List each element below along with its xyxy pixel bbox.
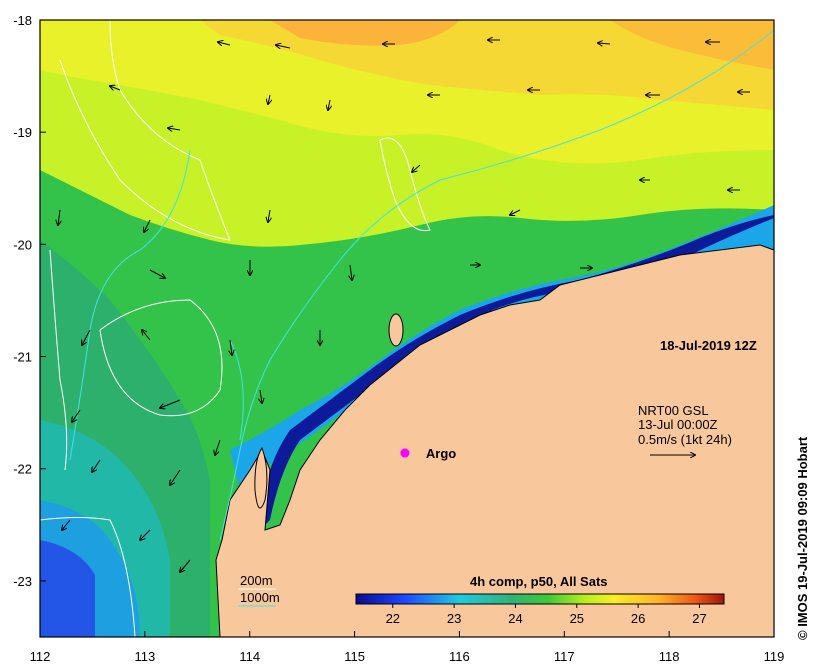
latitude-tick-label: -20 bbox=[13, 237, 32, 252]
current-date-label: 13-Jul 00:00Z bbox=[638, 417, 718, 432]
longitude-tick-label: 114 bbox=[239, 649, 260, 664]
longitude-tick-label: 117 bbox=[554, 649, 575, 664]
longitude-tick-label: 118 bbox=[659, 649, 680, 664]
longitude-tick-label: 113 bbox=[134, 649, 155, 664]
latitude-tick-label: -19 bbox=[13, 125, 32, 140]
colorbar-tick-label: 27 bbox=[692, 611, 706, 626]
argo-label: Argo bbox=[426, 446, 456, 461]
colorbar-tick-label: 22 bbox=[386, 611, 400, 626]
longitude-tick-label: 116 bbox=[449, 649, 470, 664]
colorbar-tick-label: 26 bbox=[631, 611, 645, 626]
latitude-tick-label: -21 bbox=[13, 350, 32, 365]
longitude-tick-label: 119 bbox=[764, 649, 785, 664]
sea-surface-temperature-map[interactable]: Argo 18-Jul-2019 12Z NRT00 GSL 13-Jul 00… bbox=[0, 0, 818, 672]
current-scale-label: 0.5m/s (1kt 24h) bbox=[638, 432, 732, 447]
argo-float-marker[interactable] bbox=[400, 448, 410, 458]
colorbar-title: 4h comp, p50, All Sats bbox=[470, 574, 608, 589]
island-land bbox=[388, 313, 404, 347]
colorbar-tick-label: 25 bbox=[570, 611, 584, 626]
latitude-tick-label: -23 bbox=[13, 574, 32, 589]
longitude-tick-label: 112 bbox=[30, 649, 51, 664]
colorbar-tick-label: 24 bbox=[508, 611, 522, 626]
latitude-tick-label: -18 bbox=[13, 13, 32, 28]
map-timestamp: 18-Jul-2019 12Z bbox=[660, 338, 757, 353]
longitude-tick-label: 115 bbox=[344, 649, 365, 664]
colorbar-gradient bbox=[355, 593, 725, 605]
colorbar-tick-label: 23 bbox=[447, 611, 461, 626]
depth-200m-label: 200m bbox=[240, 573, 273, 588]
imos-credit: © IMOS 19-Jul-2019 09:09 Hobart bbox=[795, 436, 810, 640]
current-source-label: NRT00 GSL bbox=[638, 403, 709, 418]
sst-map-view: Argo 18-Jul-2019 12Z NRT00 GSL 13-Jul 00… bbox=[0, 0, 818, 672]
latitude-tick-label: -22 bbox=[13, 462, 32, 477]
depth-1000m-label: 1000m bbox=[240, 590, 280, 605]
